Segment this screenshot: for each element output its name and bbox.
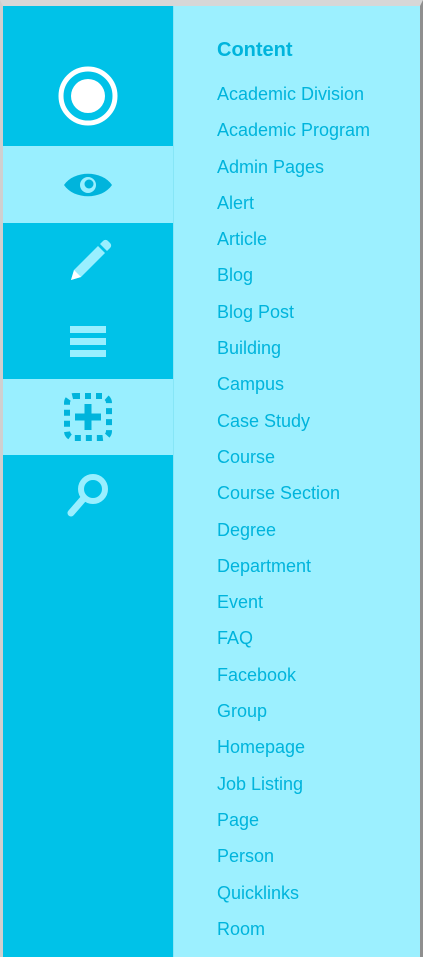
edit-button[interactable] (3, 223, 173, 303)
workbench-button[interactable] (3, 46, 173, 146)
list-item[interactable]: Person (217, 844, 370, 880)
list-item[interactable]: Quicklinks (217, 881, 370, 917)
content-type-list: Academic Division Academic Program Admin… (217, 82, 370, 953)
list-item[interactable]: Course Section (217, 481, 370, 517)
toolbar-rail (3, 6, 173, 957)
list-item[interactable]: Page (217, 808, 370, 844)
list-item[interactable]: Admin Pages (217, 155, 370, 191)
add-content-button[interactable] (3, 379, 173, 455)
list-item[interactable]: Degree (217, 518, 370, 554)
list-item[interactable]: Course (217, 445, 370, 481)
panel-title: Content (217, 39, 293, 61)
pencil-icon (71, 239, 112, 280)
list-item[interactable]: Alert (217, 191, 370, 227)
list-item[interactable]: Blog Post (217, 300, 370, 336)
list-item[interactable]: Group (217, 699, 370, 735)
eye-icon (64, 173, 112, 196)
view-button[interactable] (3, 146, 173, 223)
list-item[interactable]: Building (217, 336, 370, 372)
list-item[interactable]: Campus (217, 372, 370, 408)
content-panel: Content Academic Division Academic Progr… (173, 6, 420, 957)
circle-dot-icon (58, 66, 118, 126)
list-item[interactable]: Facebook (217, 663, 370, 699)
hamburger-icon (70, 326, 106, 357)
search-button[interactable] (3, 455, 173, 535)
menu-button[interactable] (3, 303, 173, 379)
list-item[interactable]: Room (217, 917, 370, 953)
list-item[interactable]: Job Listing (217, 772, 370, 808)
list-item[interactable]: Homepage (217, 735, 370, 771)
list-item[interactable]: Blog (217, 263, 370, 299)
list-item[interactable]: Event (217, 590, 370, 626)
list-item[interactable]: Academic Program (217, 118, 370, 154)
window-frame: Content Academic Division Academic Progr… (0, 0, 423, 957)
list-item[interactable]: FAQ (217, 626, 370, 662)
list-item[interactable]: Department (217, 554, 370, 590)
dashed-plus-icon (64, 393, 112, 441)
magnifier-icon (67, 474, 108, 517)
list-item[interactable]: Academic Division (217, 82, 370, 118)
list-item[interactable]: Case Study (217, 409, 370, 445)
list-item[interactable]: Article (217, 227, 370, 263)
